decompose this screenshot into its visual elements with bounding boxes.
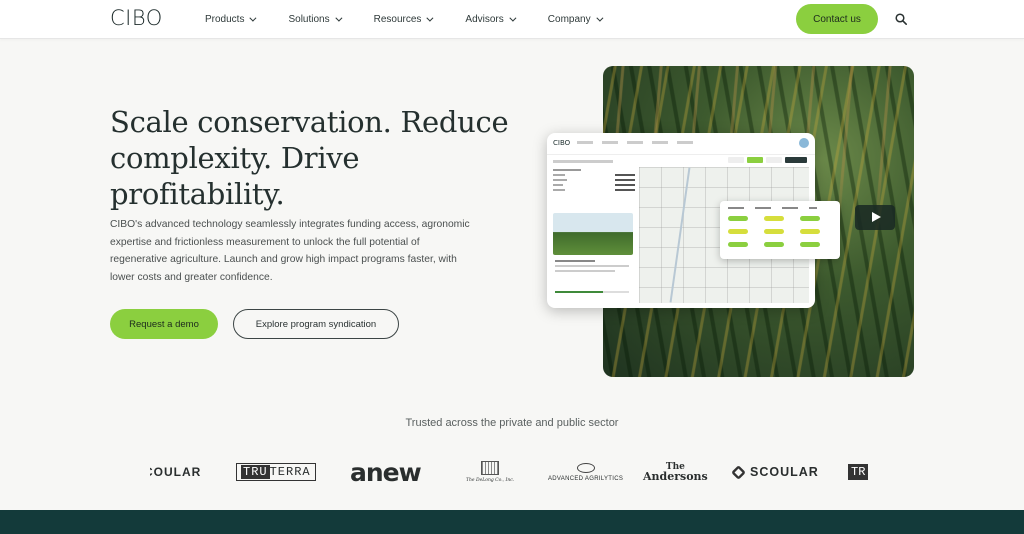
scoular-text: SCOULAR — [750, 465, 819, 479]
mockup-card-text — [555, 270, 615, 272]
nav-item-resources[interactable]: Resources — [373, 14, 434, 25]
play-icon[interactable] — [855, 205, 895, 230]
logo-andersons: The Andersons — [643, 455, 708, 489]
logo-scoular-partial: COULAR — [150, 465, 202, 479]
nav-item-advisors[interactable]: Advisors — [465, 14, 517, 25]
mockup-floating-table — [720, 201, 840, 259]
logo-delong: The DeLong Co., Inc. — [466, 455, 514, 489]
status-badge — [764, 242, 784, 247]
logo-anew: anew — [350, 457, 422, 487]
mockup-program-image — [553, 213, 633, 255]
chevron-down-icon — [595, 14, 604, 22]
nav-item-solutions[interactable]: Solutions — [288, 14, 343, 25]
nav-item-label: Advisors — [465, 14, 504, 25]
top-nav: CIBO Products Solutions Resources Adviso… — [0, 0, 1024, 39]
nav-item-company[interactable]: Company — [547, 14, 604, 25]
status-badge — [800, 242, 820, 247]
contact-us-button[interactable]: Contact us — [796, 4, 878, 34]
nav-item-label: Company — [547, 14, 591, 25]
truterra-text-a: TRU — [241, 465, 270, 479]
request-demo-button[interactable]: Request a demo — [110, 309, 218, 339]
mockup-breadcrumb — [553, 160, 613, 163]
hero-description: CIBO's advanced technology seamlessly in… — [110, 219, 470, 283]
logo[interactable]: CIBO — [110, 6, 163, 30]
mockup-progress-bar — [555, 291, 629, 293]
nav-menu: Products Solutions Resources Advisors Co… — [205, 0, 635, 39]
logo-advanced-agrilytics: ADVANCED AGRILYTICS — [548, 455, 623, 489]
mockup-nav-links — [577, 141, 693, 144]
status-badge — [728, 216, 748, 221]
floating-table-header — [728, 207, 817, 209]
nav-item-label: Resources — [373, 14, 422, 25]
mockup-topbar: CIBO — [547, 133, 815, 155]
status-badge — [728, 229, 748, 234]
delong-text: The DeLong Co., Inc. — [466, 478, 515, 483]
footer-band — [0, 510, 1024, 534]
andersons-text-2: Andersons — [643, 470, 708, 483]
agrilytics-mark-icon — [576, 462, 595, 473]
logo-truterra: TRU TERRA — [236, 455, 316, 489]
truterra-text-b: TERRA — [269, 465, 311, 479]
agrilytics-text: ADVANCED AGRILYTICS — [548, 475, 624, 482]
partner-logos-carousel[interactable]: COULAR TRUTERRA anew The DeLong Co., Inc… — [150, 455, 874, 489]
search-icon[interactable] — [895, 13, 907, 25]
hero-title: Scale conservation. Reduce complexity. D… — [110, 105, 509, 211]
status-badge — [800, 229, 820, 234]
avatar — [799, 138, 809, 148]
explore-syndication-button[interactable]: Explore program syndication — [233, 309, 399, 339]
delong-mark-icon — [481, 461, 500, 475]
mockup-card-title — [555, 260, 595, 262]
logo-scoular: SCOULAR — [731, 455, 819, 489]
mockup-tabs — [728, 157, 807, 163]
chevron-down-icon — [334, 14, 343, 22]
scoular-mark-icon — [731, 464, 746, 480]
truterra-partial-text: TR — [848, 464, 869, 480]
chevron-down-icon — [249, 14, 257, 22]
nav-item-products[interactable]: Products — [205, 14, 257, 25]
chevron-down-icon — [426, 14, 434, 22]
nav-item-label: Solutions — [288, 14, 330, 25]
mockup-logo: CIBO — [553, 139, 571, 147]
status-badge — [764, 229, 784, 234]
mockup-card-text — [555, 265, 629, 267]
trusted-heading: Trusted across the private and public se… — [405, 417, 619, 429]
logo-truterra-partial: TR — [848, 455, 869, 489]
status-badge — [800, 216, 820, 221]
status-badge — [728, 242, 748, 247]
nav-item-label: Products — [205, 14, 245, 25]
status-badge — [764, 216, 784, 221]
chevron-down-icon — [509, 14, 517, 22]
